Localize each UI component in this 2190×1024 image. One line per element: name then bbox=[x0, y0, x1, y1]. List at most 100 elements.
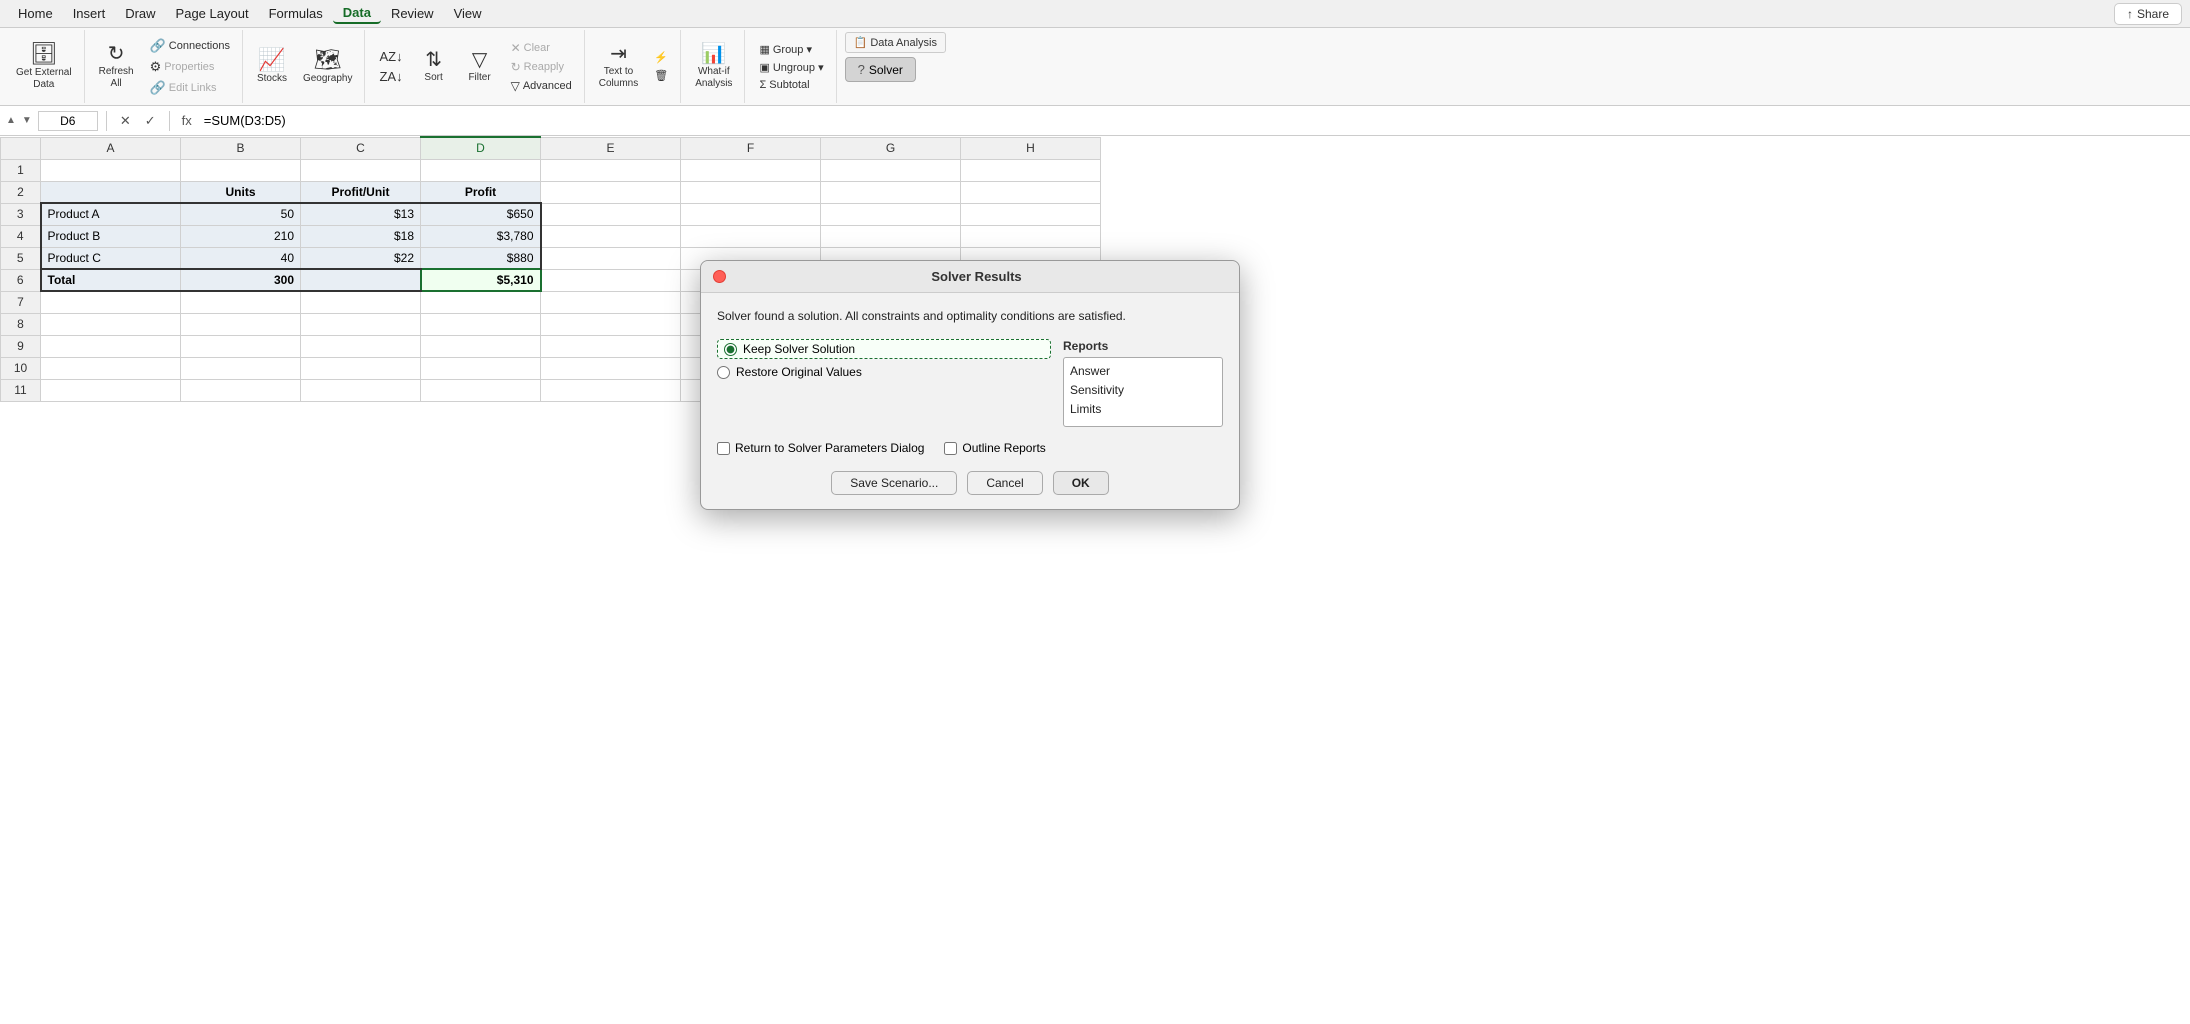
cell-d9[interactable] bbox=[421, 335, 541, 357]
share-button[interactable]: ↑ Share bbox=[2114, 3, 2182, 25]
flash-fill-button[interactable]: ⚡ bbox=[648, 49, 674, 66]
menu-view[interactable]: View bbox=[444, 4, 492, 23]
cell-g3[interactable] bbox=[821, 203, 961, 225]
cell-c3[interactable]: $13 bbox=[301, 203, 421, 225]
return-to-solver-option[interactable]: Return to Solver Parameters Dialog bbox=[717, 441, 924, 455]
row-header-6[interactable]: 6 bbox=[1, 269, 41, 291]
cell-e4[interactable] bbox=[541, 225, 681, 247]
properties-button[interactable]: ⚙ Properties bbox=[144, 57, 236, 77]
cell-h1[interactable] bbox=[961, 159, 1101, 181]
cell-reference-input[interactable] bbox=[38, 111, 98, 131]
sort-az-button[interactable]: AZ↓ bbox=[373, 47, 408, 66]
cell-up-button[interactable]: ▲ bbox=[4, 114, 18, 127]
menu-insert[interactable]: Insert bbox=[63, 4, 116, 23]
row-header-11[interactable]: 11 bbox=[1, 379, 41, 401]
cell-b8[interactable] bbox=[181, 313, 301, 335]
row-header-2[interactable]: 2 bbox=[1, 181, 41, 203]
cell-b7[interactable] bbox=[181, 291, 301, 313]
cell-d5[interactable]: $880 bbox=[421, 247, 541, 269]
cell-d11[interactable] bbox=[421, 379, 541, 401]
cell-h4[interactable] bbox=[961, 225, 1101, 247]
menu-draw[interactable]: Draw bbox=[115, 4, 165, 23]
cell-down-button[interactable]: ▼ bbox=[20, 114, 34, 127]
cell-b4[interactable]: 210 bbox=[181, 225, 301, 247]
menu-page-layout[interactable]: Page Layout bbox=[166, 4, 259, 23]
reapply-button[interactable]: ↻ Reapply bbox=[505, 58, 578, 76]
col-header-e[interactable]: E bbox=[541, 137, 681, 159]
row-header-10[interactable]: 10 bbox=[1, 357, 41, 379]
row-header-4[interactable]: 4 bbox=[1, 225, 41, 247]
filter-button[interactable]: ▽ Filter bbox=[459, 47, 501, 87]
edit-links-button[interactable]: 🔗 Edit Links bbox=[144, 78, 236, 98]
restore-original-radio[interactable] bbox=[717, 366, 730, 379]
cell-d3[interactable]: $650 bbox=[421, 203, 541, 225]
cell-c2[interactable]: Profit/Unit bbox=[301, 181, 421, 203]
cell-a6[interactable]: Total bbox=[41, 269, 181, 291]
outline-reports-option[interactable]: Outline Reports bbox=[944, 441, 1045, 455]
geography-button[interactable]: 🗺 Geography bbox=[297, 46, 358, 88]
cell-e9[interactable] bbox=[541, 335, 681, 357]
col-header-d[interactable]: D bbox=[421, 137, 541, 159]
cell-c6[interactable] bbox=[301, 269, 421, 291]
cell-d6[interactable]: $5,310 bbox=[421, 269, 541, 291]
return-to-solver-checkbox[interactable] bbox=[717, 442, 730, 455]
cell-b9[interactable] bbox=[181, 335, 301, 357]
cell-c8[interactable] bbox=[301, 313, 421, 335]
cancel-button[interactable]: Cancel bbox=[967, 471, 1042, 495]
cell-g2[interactable] bbox=[821, 181, 961, 203]
ok-button[interactable]: OK bbox=[1053, 471, 1109, 495]
cell-g1[interactable] bbox=[821, 159, 961, 181]
cell-a1[interactable] bbox=[41, 159, 181, 181]
cell-c4[interactable]: $18 bbox=[301, 225, 421, 247]
advanced-button[interactable]: ▽ Advanced bbox=[505, 77, 578, 95]
sort-za-button[interactable]: ZA↓ bbox=[373, 67, 408, 86]
row-header-9[interactable]: 9 bbox=[1, 335, 41, 357]
text-to-columns-button[interactable]: ⇥ Text to Columns bbox=[593, 41, 644, 93]
cell-a10[interactable] bbox=[41, 357, 181, 379]
cell-d8[interactable] bbox=[421, 313, 541, 335]
col-header-h[interactable]: H bbox=[961, 137, 1101, 159]
clear-button[interactable]: ✕ Clear bbox=[505, 39, 578, 57]
cell-e10[interactable] bbox=[541, 357, 681, 379]
cell-b10[interactable] bbox=[181, 357, 301, 379]
cell-c1[interactable] bbox=[301, 159, 421, 181]
ungroup-button[interactable]: ▣ Ungroup ▾ bbox=[753, 59, 829, 76]
keep-solver-option[interactable]: Keep Solver Solution bbox=[717, 339, 1051, 359]
keep-solver-radio[interactable] bbox=[724, 343, 737, 356]
cell-d4[interactable]: $3,780 bbox=[421, 225, 541, 247]
cell-b3[interactable]: 50 bbox=[181, 203, 301, 225]
cell-g4[interactable] bbox=[821, 225, 961, 247]
save-scenario-button[interactable]: Save Scenario... bbox=[831, 471, 957, 495]
cell-e5[interactable] bbox=[541, 247, 681, 269]
cell-b6[interactable]: 300 bbox=[181, 269, 301, 291]
cell-e2[interactable] bbox=[541, 181, 681, 203]
formula-input[interactable] bbox=[200, 111, 2186, 130]
cell-h2[interactable] bbox=[961, 181, 1101, 203]
col-header-c[interactable]: C bbox=[301, 137, 421, 159]
cell-c5[interactable]: $22 bbox=[301, 247, 421, 269]
row-header-5[interactable]: 5 bbox=[1, 247, 41, 269]
menu-review[interactable]: Review bbox=[381, 4, 444, 23]
restore-original-option[interactable]: Restore Original Values bbox=[717, 365, 1051, 379]
connections-button[interactable]: 🔗 Connections bbox=[144, 36, 236, 56]
row-header-8[interactable]: 8 bbox=[1, 313, 41, 335]
cell-f2[interactable] bbox=[681, 181, 821, 203]
col-header-f[interactable]: F bbox=[681, 137, 821, 159]
stocks-button[interactable]: 📈 Stocks bbox=[251, 46, 293, 88]
col-header-a[interactable]: A bbox=[41, 137, 181, 159]
cell-e1[interactable] bbox=[541, 159, 681, 181]
menu-home[interactable]: Home bbox=[8, 4, 63, 23]
row-header-1[interactable]: 1 bbox=[1, 159, 41, 181]
report-limits[interactable]: Limits bbox=[1070, 400, 1216, 419]
cell-e11[interactable] bbox=[541, 379, 681, 401]
confirm-formula-button[interactable]: ✓ bbox=[140, 111, 161, 131]
cell-c7[interactable] bbox=[301, 291, 421, 313]
cell-b5[interactable]: 40 bbox=[181, 247, 301, 269]
cell-h3[interactable] bbox=[961, 203, 1101, 225]
row-header-3[interactable]: 3 bbox=[1, 203, 41, 225]
sort-button[interactable]: ⇅ Sort bbox=[413, 47, 455, 87]
cell-b1[interactable] bbox=[181, 159, 301, 181]
cell-e7[interactable] bbox=[541, 291, 681, 313]
cell-a2[interactable] bbox=[41, 181, 181, 203]
cell-b2[interactable]: Units bbox=[181, 181, 301, 203]
